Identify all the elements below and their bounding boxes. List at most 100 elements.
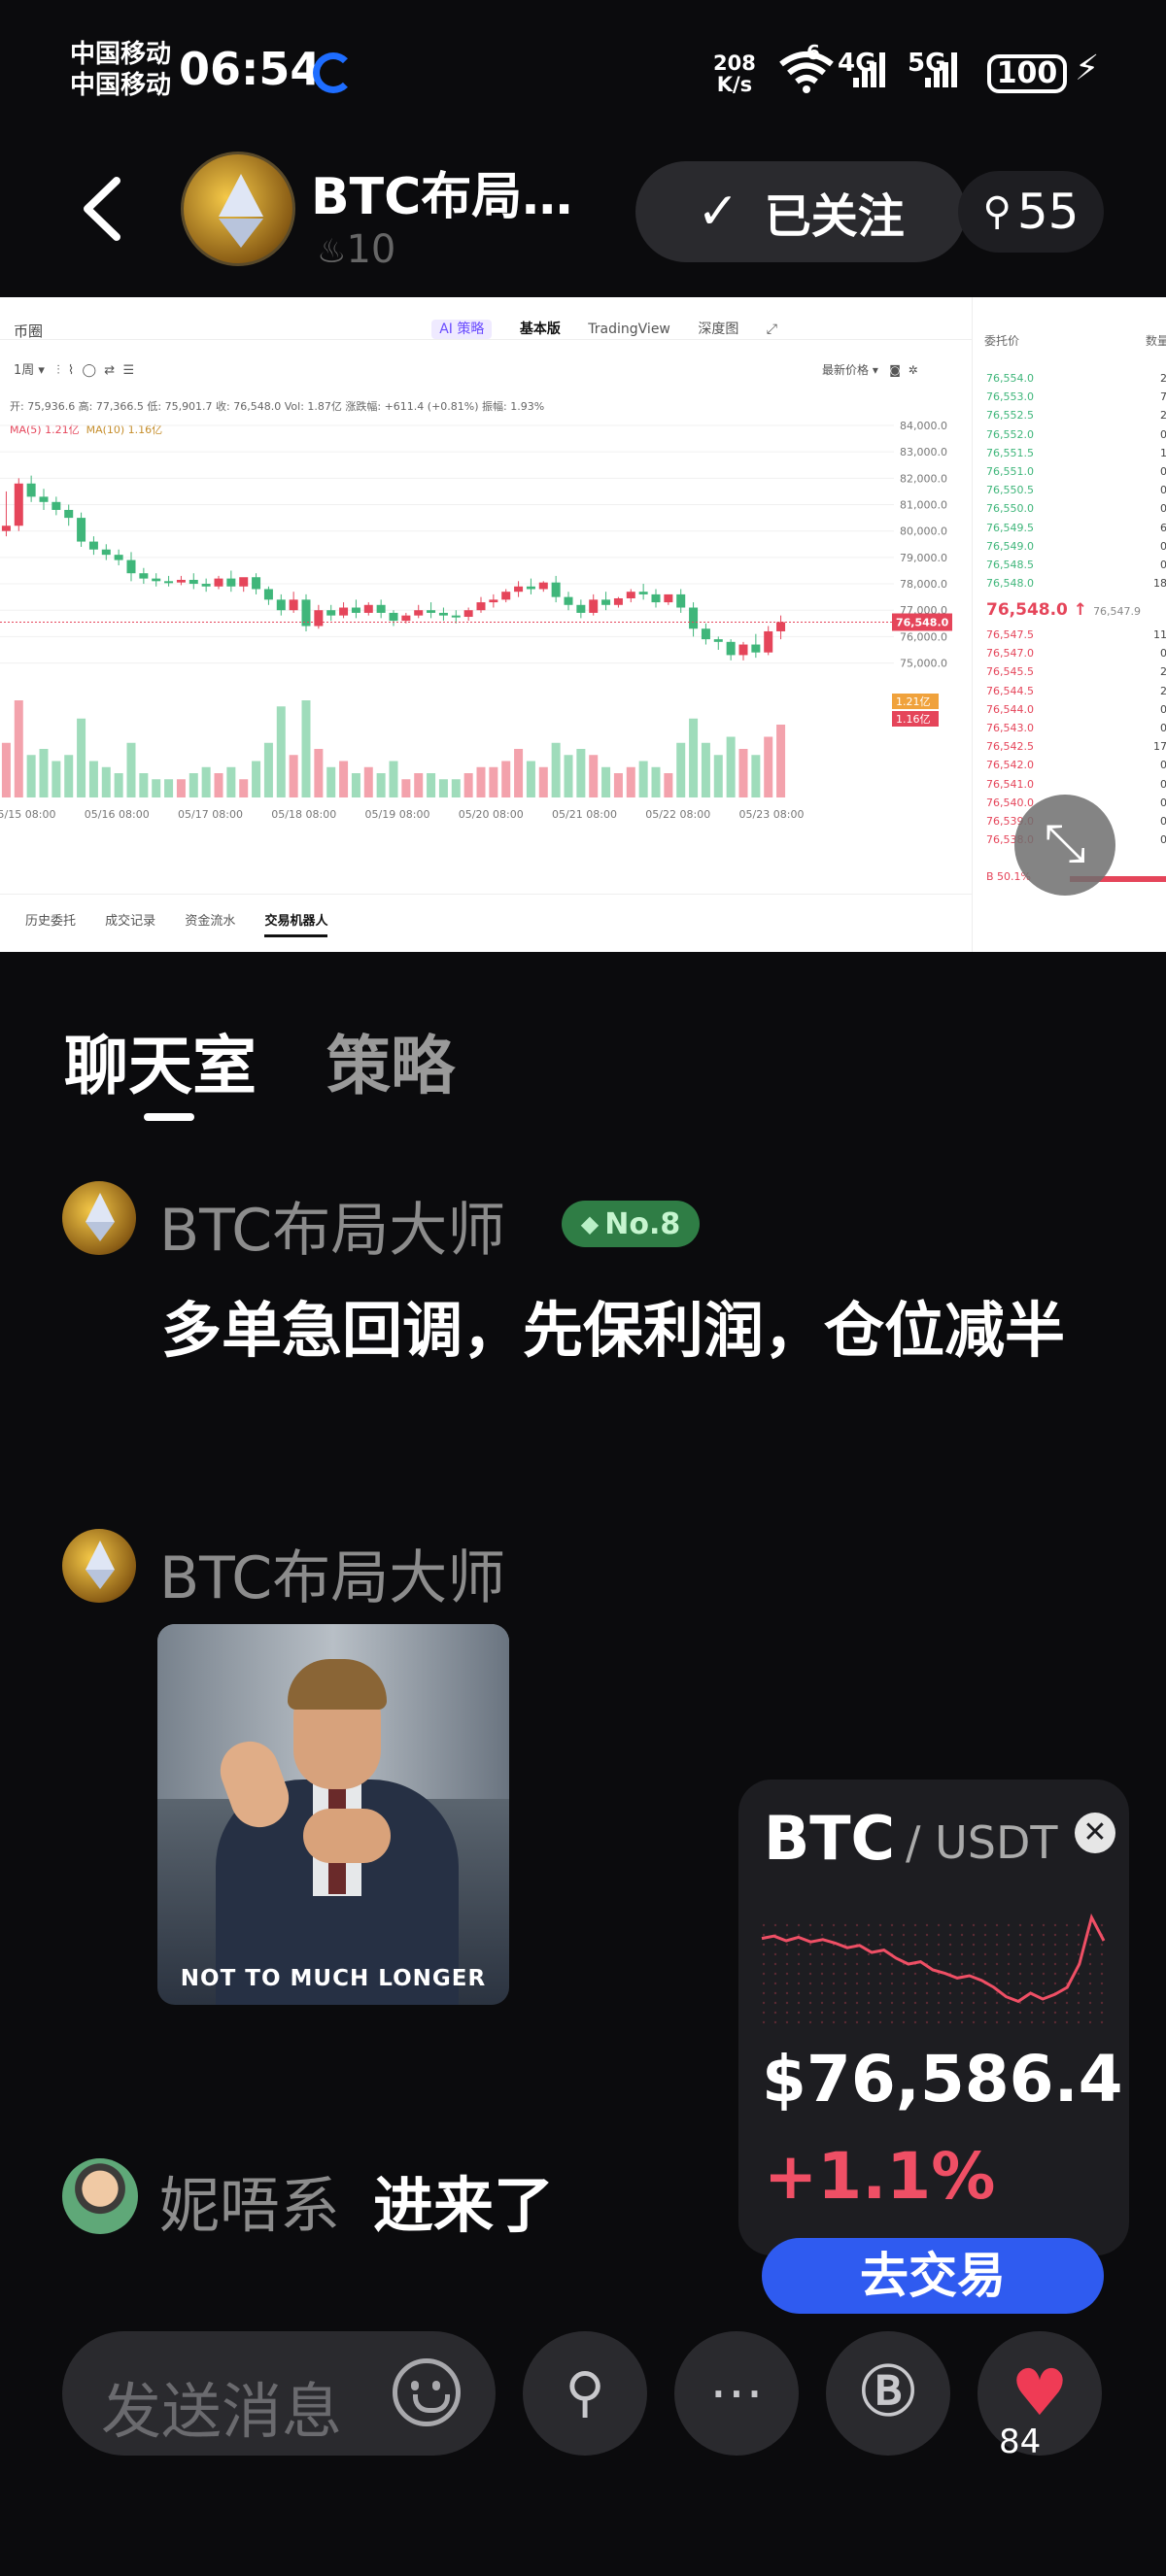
price-sort[interactable]: 最新价格 ▾ ◙ ✲ [822,361,918,378]
settings-icon[interactable]: ✲ [909,363,918,377]
tab-ai-strategy[interactable]: AI 策略 [431,320,493,339]
sparkline-dot [913,2001,917,2005]
candle-body [26,483,36,497]
sparkline-dot [797,1962,801,1966]
candle-body [101,549,111,556]
orderbook-bid-row[interactable]: 76,547.5 11 [986,626,1166,644]
price-ticker-card[interactable]: BTC / USDT ✕ $76,586.4 +1.1% [738,1779,1129,2255]
member-count: 55 [1016,184,1080,240]
sparkline-dot [820,1962,824,1966]
message-author[interactable]: BTC布局大师 [159,1183,505,1268]
orderbook-ask-row[interactable]: 76,549.0 0 [986,537,1166,556]
sparkline-dot [1088,2020,1092,2024]
volume-bar [438,779,448,797]
sparkline-dot [948,2020,952,2024]
orderbook-ask-row[interactable]: 76,551.5 1 [986,444,1166,462]
orderbook-ask-row[interactable]: 76,549.5 6 [986,519,1166,537]
chart-panel[interactable]: 币圈 AI 策略 基本版 TradingView 深度图 ⤢ 1周 ▾ ⫶ ⌇ … [0,297,1166,952]
fullscreen-small-icon[interactable]: ⤢ [767,322,777,337]
orderbook-ask-row[interactable]: 76,550.5 0 [986,481,1166,499]
avatar[interactable] [62,1529,136,1603]
battery-icon: 100 [987,54,1067,93]
message-input[interactable]: 发送消息 [62,2331,496,2456]
orderbook-ask-row[interactable]: 76,550.0 0 [986,499,1166,518]
candle-body [239,577,249,587]
sparkline-dot [797,1982,801,1985]
camera-icon[interactable]: ◙ [889,363,901,377]
footer-tab-history[interactable]: 历史委托 [25,914,76,929]
candle-body [214,578,223,587]
tab-depth[interactable]: 深度图 [698,322,738,337]
indicator-icons[interactable]: ⫶ ⌇ ◯ ⇄ ☰ [49,363,134,378]
sparkline-dot [902,1933,906,1937]
orderbook-ask-row[interactable]: 76,551.0 0 [986,462,1166,481]
orderbook-bid-row[interactable]: 76,542.5 17 [986,737,1166,756]
sparkline-dot [843,1923,847,1927]
orderbook-bid-row[interactable]: 76,547.0 0 [986,644,1166,662]
room-avatar[interactable] [181,152,295,266]
orderbook-ask-row[interactable]: 76,548.5 0 [986,556,1166,574]
avatar[interactable] [62,1181,136,1255]
tab-tradingview[interactable]: TradingView [588,322,670,337]
sparkline-dot [995,1933,999,1937]
orderbook-ask-row[interactable]: 76,552.0 0 [986,425,1166,444]
orderbook-price: 76,551.5 [986,446,1034,459]
sparkline-dot [797,2011,801,2015]
footer-tab-funds[interactable]: 资金流水 [185,914,235,929]
mention-user-button[interactable]: ⚲ [523,2331,647,2456]
sparkline-dot [1042,1923,1046,1927]
sparkline-dot [937,1943,941,1947]
x-tick-label: 05/21 08:00 [552,808,617,821]
sparkline-dot [925,1933,929,1937]
join-user-name[interactable]: 妮唔系 [159,2156,340,2244]
volume-bar [239,779,249,797]
sparkline-dot [1018,1943,1022,1947]
sparkline-dot [983,1962,987,1966]
orderbook-ask-row[interactable]: 76,552.5 2 [986,406,1166,424]
sparkline-dot [867,1982,871,1985]
volume-bar [14,700,23,797]
orderbook-ask-row[interactable]: 76,548.0 18 [986,574,1166,593]
sparkline-dot [1100,1972,1104,1976]
candlestick-chart[interactable]: 84,000.0 83,000.0 82,000.0 81,000.0 80,000.0… [0,385,972,890]
close-icon[interactable]: ✕ [1075,1813,1115,1853]
sparkline-dot [960,1982,964,1985]
tab-basic[interactable]: 基本版 [520,322,561,337]
orderbook-bid-row[interactable]: 76,544.0 0 [986,700,1166,719]
message-author[interactable]: BTC布局大师 [159,1531,505,1615]
room-title[interactable]: BTC布局… [311,155,572,228]
orderbook-ask-row[interactable]: 76,554.0 2 [986,369,1166,388]
expand-chart-button[interactable]: ⤡ [1014,795,1115,896]
back-button[interactable] [78,175,126,243]
tab-strategy[interactable]: 策略 [326,1014,455,1107]
sparkline-dot [925,1923,929,1927]
orderbook-bid-row[interactable]: 76,541.0 0 [986,775,1166,794]
candle-body [326,610,336,616]
member-count-button[interactable]: ⚲ 55 [958,171,1104,253]
volume-bar [226,766,236,797]
orderbook-header: 委托价 数量 [984,332,1166,349]
orderbook-bid-row[interactable]: 76,543.0 0 [986,719,1166,737]
avatar[interactable] [62,2158,138,2234]
sparkline-dot [855,1952,859,1956]
more-button[interactable]: ⋯ [674,2331,799,2456]
sparkline-dot [1088,1962,1092,1966]
orderbook-price: 76,548.0 [986,577,1034,591]
trade-button[interactable]: 去交易 [762,2238,1104,2314]
orderbook-bid-row[interactable]: 76,542.0 0 [986,756,1166,774]
sparkline-dot [890,1962,894,1966]
tab-chat-room[interactable]: 聊天室 [64,1014,257,1107]
footer-tab-trades[interactable]: 成交记录 [105,914,155,929]
emoji-icon[interactable] [393,2358,461,2426]
volume-bar [576,749,586,797]
orderbook-bid-row[interactable]: 76,544.5 2 [986,682,1166,700]
sparkline-dot [1030,1952,1034,1956]
footer-tab-bot[interactable]: 交易机器人 [264,914,328,937]
meme-image[interactable]: NOT TO MUCH LONGER [157,1624,509,2005]
interval-select[interactable]: 1周 [14,363,34,378]
bitcoin-button[interactable]: Ⓑ [826,2331,950,2456]
follow-button[interactable]: ✓ 已关注 [635,161,966,262]
candle-body [538,582,548,590]
orderbook-ask-row[interactable]: 76,553.0 7 [986,388,1166,406]
orderbook-bid-row[interactable]: 76,545.5 2 [986,662,1166,681]
